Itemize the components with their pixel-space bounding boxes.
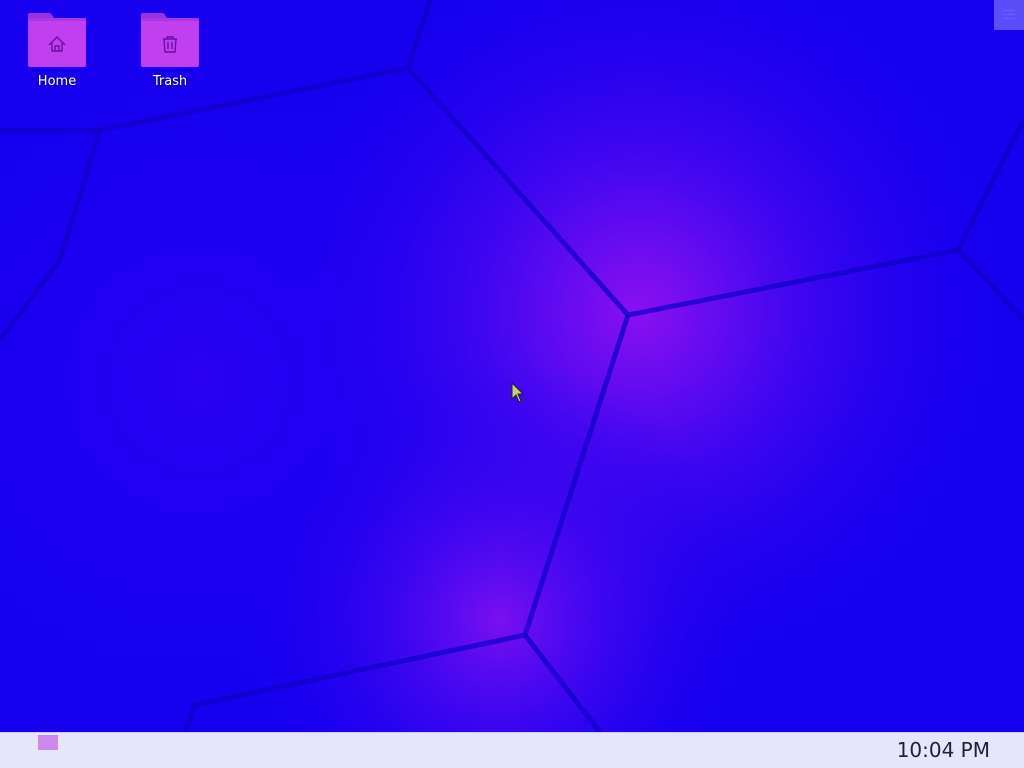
trash-icon (141, 13, 199, 67)
desktop-icon-label: Home (37, 74, 77, 89)
menu-icon (1003, 10, 1015, 19)
start-menu-button[interactable] (38, 735, 58, 750)
top-right-menu-button[interactable] (994, 0, 1024, 30)
desktop-icon-trash[interactable]: Trash (130, 12, 210, 89)
wallpaper (0, 0, 1024, 732)
mouse-pointer-icon (511, 382, 525, 403)
desktop-icon-label: Trash (152, 74, 188, 89)
desktop-icon-home[interactable]: Home (17, 12, 97, 89)
desktop[interactable]: Home Trash (0, 0, 1024, 732)
home-icon (28, 13, 86, 67)
taskbar: 10:04 PM (0, 732, 1024, 768)
taskbar-clock[interactable]: 10:04 PM (897, 738, 990, 762)
